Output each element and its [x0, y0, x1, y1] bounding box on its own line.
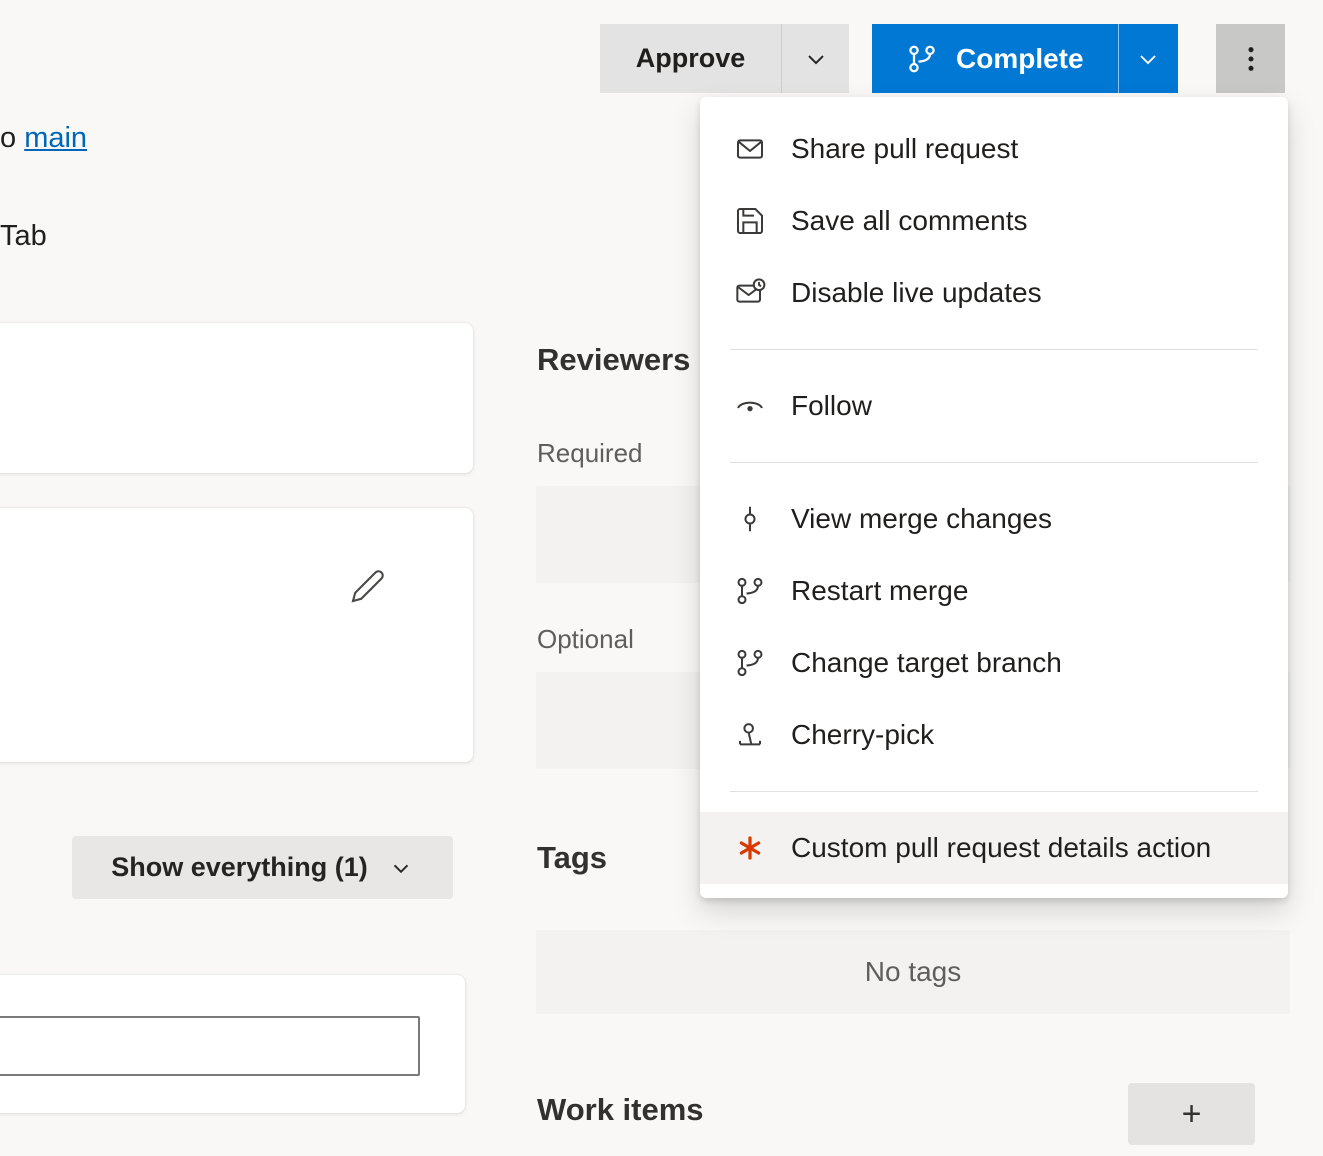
comment-input[interactable] — [0, 1016, 420, 1076]
reviewers-optional-label: Optional — [537, 624, 634, 655]
cherry-pick-icon — [733, 718, 767, 752]
complete-split-button: Complete — [872, 24, 1178, 93]
menu-item-label: Disable live updates — [791, 277, 1042, 309]
save-icon — [733, 204, 767, 238]
menu-item-custom-pull-request-details-action[interactable]: Custom pull request details action — [700, 812, 1288, 884]
approve-dropdown-button[interactable] — [781, 24, 849, 93]
branch-icon — [733, 646, 767, 680]
complete-dropdown-button[interactable] — [1118, 24, 1178, 93]
menu-item-label: Change target branch — [791, 647, 1062, 679]
reviewers-required-label: Required — [537, 438, 643, 469]
menu-item-label: Restart merge — [791, 575, 968, 607]
edit-pencil-icon[interactable] — [350, 568, 386, 604]
menu-item-label: View merge changes — [791, 503, 1052, 535]
show-everything-dropdown[interactable]: Show everything (1) — [72, 836, 453, 899]
menu-item-cherry-pick[interactable]: Cherry-pick — [700, 699, 1288, 771]
mail-icon — [733, 132, 767, 166]
more-actions-menu: Share pull request Save all comments Dis… — [700, 97, 1288, 898]
menu-item-label: Follow — [791, 390, 872, 422]
menu-divider — [730, 462, 1258, 463]
chevron-down-icon — [388, 855, 414, 881]
tab-label: Tab — [0, 220, 47, 253]
approve-split-button: Approve — [600, 24, 849, 93]
menu-item-save-all-comments[interactable]: Save all comments — [700, 185, 1288, 257]
menu-divider — [730, 791, 1258, 792]
branch-icon — [906, 43, 938, 75]
menu-item-share-pull-request[interactable]: Share pull request — [700, 113, 1288, 185]
menu-item-restart-merge[interactable]: Restart merge — [700, 555, 1288, 627]
commit-icon — [733, 502, 767, 536]
chevron-down-icon — [1134, 45, 1162, 73]
work-items-section-title: Work items — [537, 1092, 704, 1128]
more-actions-button[interactable] — [1216, 24, 1285, 93]
branch-line-prefix: o — [0, 122, 16, 154]
no-tags-box: No tags — [536, 930, 1290, 1014]
menu-item-label: Custom pull request details action — [791, 832, 1211, 864]
details-card — [0, 508, 473, 762]
menu-item-label: Share pull request — [791, 133, 1018, 165]
menu-item-label: Cherry-pick — [791, 719, 934, 751]
add-work-item-button[interactable]: + — [1128, 1083, 1255, 1145]
pull-request-page: Approve Complete — [0, 0, 1323, 1156]
menu-divider — [730, 349, 1258, 350]
chevron-down-icon — [802, 45, 830, 73]
tags-section-title: Tags — [537, 840, 607, 876]
description-card — [0, 323, 473, 473]
menu-item-view-merge-changes[interactable]: View merge changes — [700, 483, 1288, 555]
plus-icon: + — [1182, 1095, 1202, 1134]
no-tags-text: No tags — [865, 956, 962, 988]
menu-item-change-target-branch[interactable]: Change target branch — [700, 627, 1288, 699]
target-branch-link[interactable]: main — [24, 122, 87, 154]
reviewers-section-title: Reviewers — [537, 342, 690, 378]
complete-button-label: Complete — [956, 43, 1084, 75]
mail-clock-icon — [733, 276, 767, 310]
follow-icon — [733, 389, 767, 423]
approve-button-label: Approve — [636, 43, 746, 74]
menu-item-follow[interactable]: Follow — [700, 370, 1288, 442]
target-branch-line: o main — [0, 122, 87, 155]
approve-button[interactable]: Approve — [600, 24, 781, 93]
complete-button[interactable]: Complete — [872, 24, 1118, 93]
vertical-ellipsis-icon — [1235, 43, 1267, 75]
menu-item-disable-live-updates[interactable]: Disable live updates — [700, 257, 1288, 329]
branch-icon — [733, 574, 767, 608]
asterisk-icon — [733, 831, 767, 865]
show-everything-label: Show everything (1) — [111, 852, 368, 883]
menu-item-label: Save all comments — [791, 205, 1028, 237]
